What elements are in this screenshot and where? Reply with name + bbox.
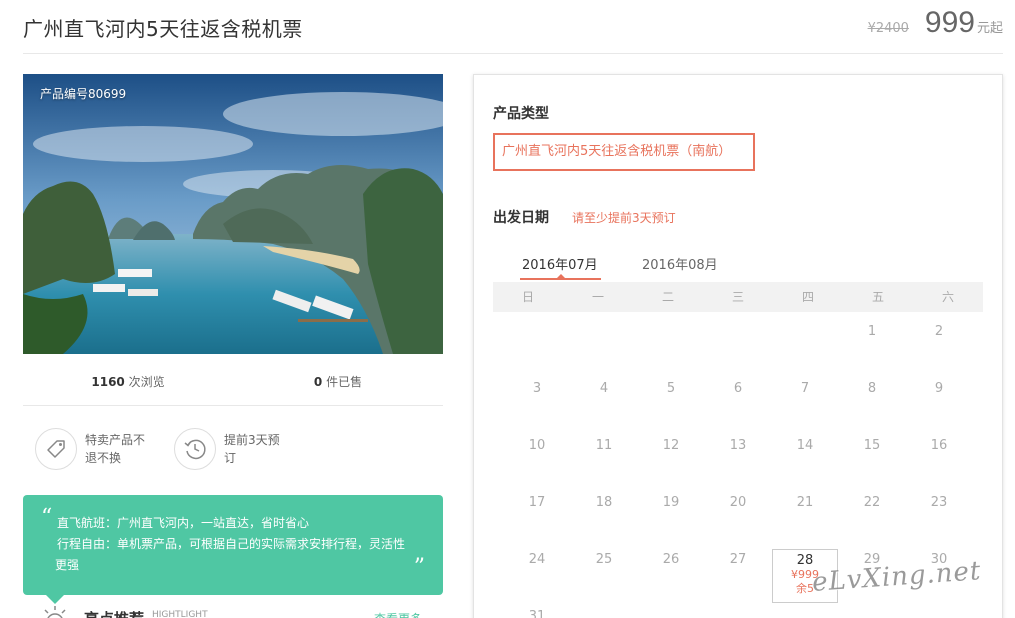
calendar-day: 12 (662, 438, 680, 453)
views-count: 1160 (91, 375, 125, 389)
calendar-day: 4 (599, 381, 609, 396)
views-label: 次浏览 (128, 375, 165, 389)
calendar-day: 5 (666, 381, 676, 396)
calendar-day: 20 (729, 495, 747, 510)
close-quote-icon: ” (413, 555, 425, 580)
sold-label: 件已售 (326, 375, 363, 389)
highlights-box: “ 直飞航班：广州直飞河内，一站直达，省时省心 行程自由：单机票产品，可根据自己… (23, 495, 443, 595)
product-code: 产品编号80699 (40, 87, 127, 101)
feature-line: 订 (224, 451, 237, 465)
recommend-subtitle: HIGHTLIGHT (152, 610, 208, 618)
feature-line: 特卖产品不 (85, 433, 146, 447)
view-more-link[interactable]: 查看更多 (374, 610, 422, 618)
calendar-day: 10 (528, 438, 546, 453)
calendar-day: 1 (867, 324, 877, 339)
weekday-label: 一 (591, 290, 604, 304)
calendar-day: 3 (532, 381, 542, 396)
feature-text: 特卖产品不 退不换 (85, 431, 145, 467)
clock-icon (174, 428, 216, 470)
departure-date-label: 出发日期 (493, 210, 549, 226)
recommend-header: 亮点推荐 HIGHTLIGHT 查看更多 (40, 602, 430, 618)
price-suffix: 元起 (976, 21, 1003, 36)
booking-panel: 产品类型 广州直飞河内5天往返含税机票（南航） 出发日期 请至少提前3天预订 2… (473, 74, 1003, 618)
calendar-day: 31 (528, 609, 546, 618)
calendar-day: 23 (930, 495, 948, 510)
calendar-day: 16 (930, 438, 948, 453)
sold-count: 0 (313, 375, 323, 389)
weekday-label: 日 (521, 290, 534, 304)
active-month-underline (520, 278, 601, 280)
calendar-day: 25 (595, 552, 613, 567)
sun-icon (40, 604, 70, 618)
views-stat: 1160 次浏览 (23, 364, 233, 405)
calendar-day: 11 (595, 438, 613, 453)
calendar-day: 22 (863, 495, 881, 510)
product-type-label: 产品类型 (493, 106, 549, 122)
calendar-day: 13 (729, 438, 747, 453)
weekday-label: 二 (661, 290, 674, 304)
calendar-day: 2 (934, 324, 944, 339)
tab-month-august[interactable]: 2016年08月 (642, 254, 718, 273)
page-title: 广州直飞河内5天往返含税机票 (23, 17, 303, 41)
tag-icon (35, 428, 77, 470)
recommend-title: 亮点推荐 (84, 608, 144, 618)
calendar-day: 17 (528, 495, 546, 510)
calendar-day: 8 (867, 381, 877, 396)
calendar-day: 19 (662, 495, 680, 510)
calendar-day: 21 (796, 495, 814, 510)
product-type-option[interactable]: 广州直飞河内5天往返含税机票（南航） (493, 133, 755, 171)
highlight-line: 直飞航班：广州直飞河内，一站直达，省时省心 (57, 516, 310, 530)
product-image: 产品编号80699 (23, 74, 443, 354)
feature-line: 退不换 (85, 451, 122, 465)
tab-month-july[interactable]: 2016年07月 (522, 254, 598, 273)
product-stats: 1160 次浏览 0 件已售 (23, 364, 443, 406)
calendar-day: 9 (934, 381, 944, 396)
calendar-day: 26 (662, 552, 680, 567)
ha-long-bay-photo (23, 74, 443, 354)
active-month-caret (557, 274, 565, 278)
calendar-day: 24 (528, 552, 546, 567)
calendar-day: 15 (863, 438, 881, 453)
highlight-line: 行程自由：单机票产品，可根据自己的实际需求安排行程，灵活性 (57, 537, 406, 551)
price-block: ¥2400 999 元起 (868, 6, 1003, 40)
feature-line: 提前3天预 (224, 433, 280, 447)
current-price: 999 (924, 6, 975, 39)
weekday-label: 六 (941, 290, 954, 304)
feature-text: 提前3天预 订 (224, 431, 280, 467)
feature-list: 特卖产品不 退不换 提前3天预 订 (35, 428, 435, 474)
feature-no-refund: 特卖产品不 退不换 (35, 428, 145, 470)
calendar-day: 14 (796, 438, 814, 453)
month-tabs: 2016年07月 2016年08月 (493, 251, 793, 281)
highlight-line: 更强 (55, 558, 80, 572)
day-number: 28 (796, 553, 814, 568)
calendar-day: 18 (595, 495, 613, 510)
page-header: 广州直飞河内5天往返含税机票 ¥2400 999 元起 (23, 0, 1003, 54)
weekday-label: 四 (801, 290, 814, 304)
original-price: ¥2400 (867, 21, 909, 36)
date-hint: 请至少提前3天预订 (572, 211, 676, 225)
feature-advance-booking: 提前3天预 订 (174, 428, 280, 470)
calendar-day: 7 (800, 381, 810, 396)
calendar-day: 6 (733, 381, 743, 396)
sold-stat: 0 件已售 (233, 364, 443, 405)
weekday-label: 三 (731, 290, 744, 304)
weekday-label: 五 (871, 290, 884, 304)
calendar-day: 27 (729, 552, 747, 567)
weekday-header: 日 一 二 三 四 五 六 (493, 282, 983, 312)
open-quote-icon: “ (41, 505, 53, 530)
